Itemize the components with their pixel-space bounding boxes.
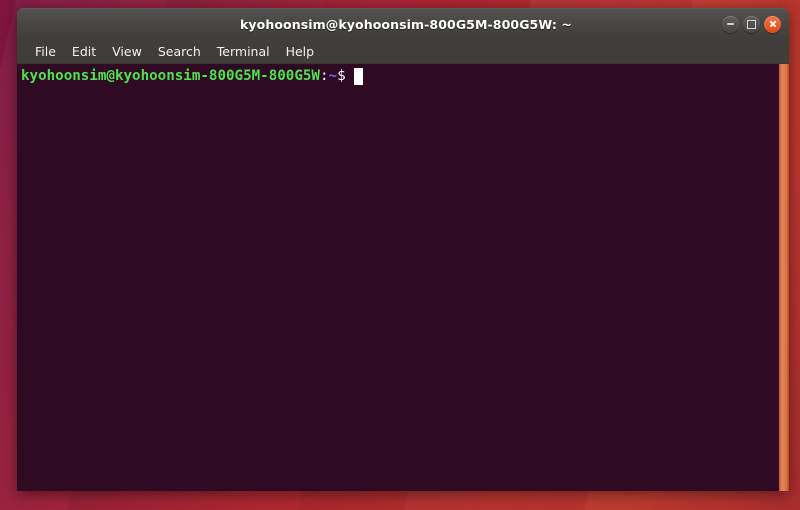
prompt-separator: : [319,68,329,84]
prompt-symbol: $ [337,68,346,84]
maximize-icon [747,19,756,29]
maximize-button[interactable] [743,15,760,33]
window-title: kyohoonsim@kyohoonsim-800G5M-800G5W: ~ [240,16,572,32]
menu-item-search[interactable]: Search [150,42,209,61]
prompt-line: kyohoonsim@kyohoonsim-800G5M-800G5W: ~ $ [21,67,778,85]
minimize-button[interactable] [722,15,739,33]
desktop-background: kyohoonsim@kyohoonsim-800G5M-800G5W: ~ F… [0,0,800,510]
menu-item-edit[interactable]: Edit [64,42,104,61]
terminal-cursor [353,67,363,85]
terminal-screen[interactable]: kyohoonsim@kyohoonsim-800G5M-800G5W: ~ $ [17,64,778,491]
terminal-scrollbar[interactable] [778,64,789,491]
prompt-path: ~ [328,68,338,84]
menu-item-view[interactable]: View [104,42,150,61]
terminal-window: kyohoonsim@kyohoonsim-800G5M-800G5W: ~ F… [17,8,789,491]
terminal-body[interactable]: kyohoonsim@kyohoonsim-800G5M-800G5W: ~ $ [17,64,789,491]
menu-item-file[interactable]: File [27,42,64,61]
close-icon [769,20,777,28]
menu-bar: File Edit View Search Terminal Help [17,39,789,64]
minimize-icon [727,23,734,25]
menu-item-help[interactable]: Help [278,42,323,61]
menu-item-terminal[interactable]: Terminal [209,42,278,61]
title-bar[interactable]: kyohoonsim@kyohoonsim-800G5M-800G5W: ~ [17,8,789,39]
close-button[interactable] [764,15,781,33]
window-controls [722,9,781,39]
prompt-user-host: kyohoonsim@kyohoonsim-800G5M-800G5W [21,68,320,84]
